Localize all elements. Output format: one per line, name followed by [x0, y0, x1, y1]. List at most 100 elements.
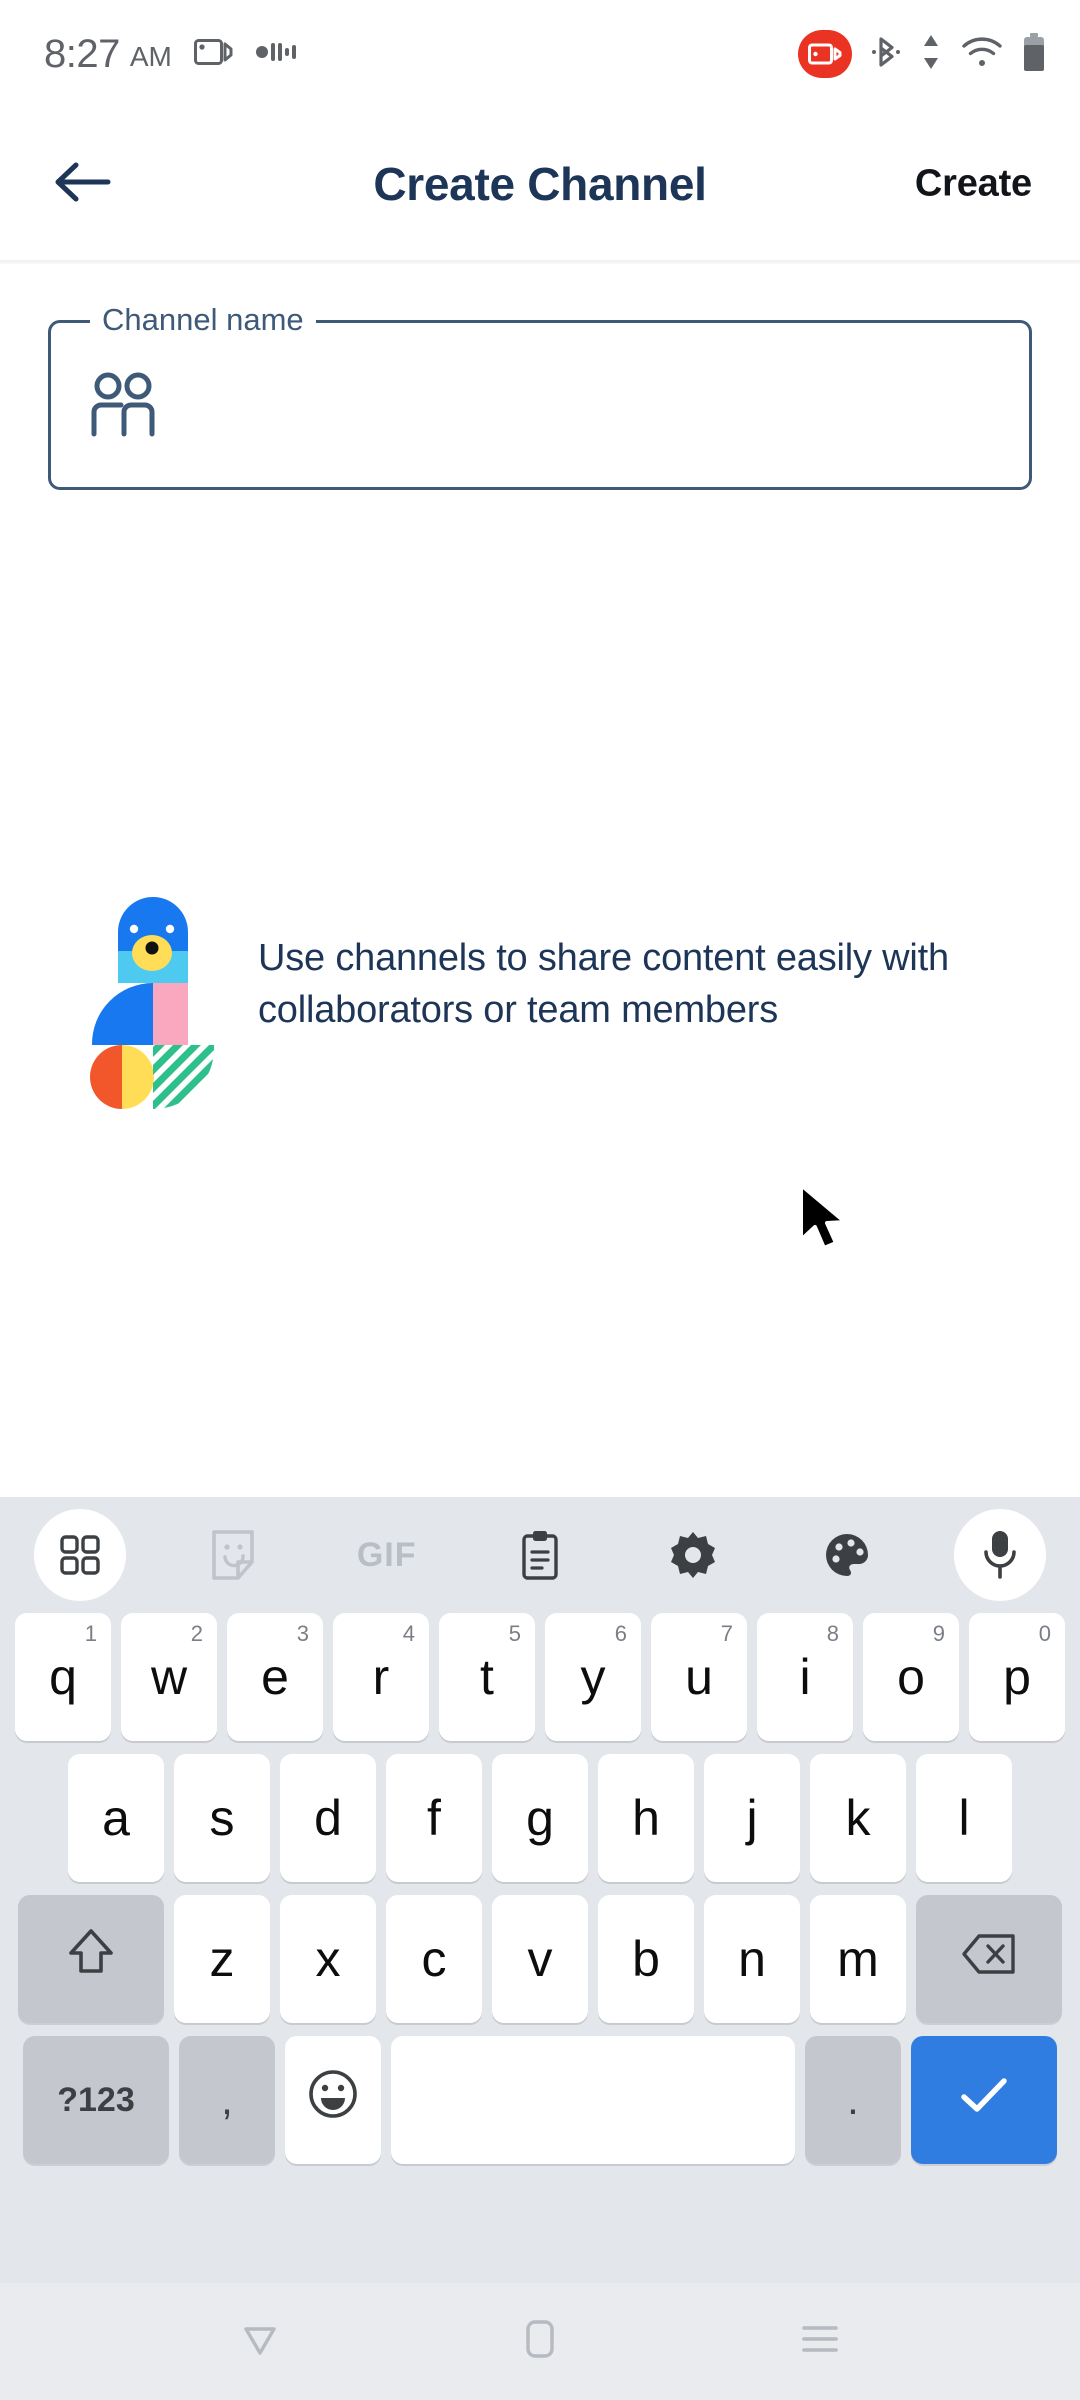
key-label: q	[49, 1649, 77, 1705]
phone-screen: 8:27 AM Create Channel Create Channel na…	[0, 0, 1080, 2400]
comma-key[interactable]: ,	[179, 2036, 275, 2164]
status-bar: 8:27 AM	[0, 0, 1080, 108]
key-label: p	[1003, 1649, 1031, 1705]
key-n[interactable]: n	[704, 1895, 800, 2023]
mouse-pointer-icon	[795, 1182, 857, 1261]
enter-key[interactable]	[911, 2036, 1057, 2164]
key-c[interactable]: c	[386, 1895, 482, 2023]
key-b[interactable]: b	[598, 1895, 694, 2023]
key-a[interactable]: a	[68, 1754, 164, 1882]
keyboard-rows: 1 q 2 w 3 e 4 r 5 t 6 y 7 u 8 i 9 o 0 p …	[0, 1613, 1080, 2164]
key-label: r	[372, 1649, 390, 1705]
key-sup: 1	[84, 1621, 97, 1646]
channel-name-field[interactable]: Channel name	[48, 301, 1032, 490]
key-sup: 2	[190, 1621, 203, 1646]
status-ampm: AM	[129, 41, 172, 72]
key-i[interactable]: 8 i	[757, 1613, 853, 1741]
nav-back-icon	[238, 2317, 282, 2366]
gif-label: GIF	[356, 1535, 417, 1574]
key-e[interactable]: 3 e	[227, 1613, 323, 1741]
keyboard-row-3: z x c v b n m	[6, 1895, 1074, 2023]
key-sup: 8	[826, 1621, 839, 1646]
key-l[interactable]: l	[916, 1754, 1012, 1882]
shift-icon	[67, 1927, 115, 1991]
key-q[interactable]: 1 q	[15, 1613, 111, 1741]
key-k[interactable]: k	[810, 1754, 906, 1882]
nav-home-icon	[523, 2317, 557, 2366]
clipboard-icon[interactable]	[494, 1509, 586, 1601]
microphone-icon[interactable]	[953, 1509, 1046, 1601]
key-p[interactable]: 0 p	[969, 1613, 1065, 1741]
key-x[interactable]: x	[280, 1895, 376, 2023]
apps-grid-icon[interactable]	[34, 1509, 126, 1601]
key-label: i	[799, 1649, 811, 1705]
settings-gear-icon[interactable]	[647, 1509, 739, 1601]
nav-recents-icon	[798, 2320, 842, 2363]
symbols-key[interactable]: ?123	[23, 2036, 169, 2164]
key-t[interactable]: 5 t	[439, 1613, 535, 1741]
create-button[interactable]: Create	[915, 163, 1032, 206]
bluetooth-icon	[871, 33, 901, 76]
key-m[interactable]: m	[810, 1895, 906, 2023]
keyboard-toolbar: GIF	[0, 1497, 1080, 1613]
screen-record-icon	[798, 30, 852, 78]
wifi-icon	[961, 36, 1003, 73]
battery-icon	[1022, 32, 1046, 77]
key-sup: 0	[1038, 1621, 1051, 1646]
virtual-keyboard: GIF 1 q 2 w 3 e 4 r 5 t 6 y 7 u 8 i 9 o …	[0, 1497, 1080, 2283]
key-h[interactable]: h	[598, 1754, 694, 1882]
key-s[interactable]: s	[174, 1754, 270, 1882]
key-label: o	[897, 1649, 925, 1705]
data-transfer-icon	[920, 33, 942, 76]
keyboard-row-2: a s d f g h j k l	[6, 1754, 1074, 1882]
key-o[interactable]: 9 o	[863, 1613, 959, 1741]
key-j[interactable]: j	[704, 1754, 800, 1882]
key-sup: 5	[508, 1621, 521, 1646]
gif-icon[interactable]: GIF	[341, 1509, 433, 1601]
empty-state-message: Use channels to share content easily wit…	[258, 937, 949, 1031]
status-bar-left: 8:27 AM	[44, 32, 300, 77]
emoji-icon	[307, 2068, 359, 2132]
key-f[interactable]: f	[386, 1754, 482, 1882]
key-y[interactable]: 6 y	[545, 1613, 641, 1741]
key-label: e	[261, 1649, 289, 1705]
backspace-icon	[961, 1930, 1017, 1988]
key-u[interactable]: 7 u	[651, 1613, 747, 1741]
nav-recents-button[interactable]	[775, 2297, 865, 2387]
bird-mascot-illustration	[82, 895, 224, 1117]
key-z[interactable]: z	[174, 1895, 270, 2023]
key-label: y	[580, 1649, 606, 1705]
key-v[interactable]: v	[492, 1895, 588, 2023]
status-bar-right	[798, 30, 1046, 78]
emoji-key[interactable]	[285, 2036, 381, 2164]
key-r[interactable]: 4 r	[333, 1613, 429, 1741]
people-icon	[80, 362, 166, 453]
period-key[interactable]: .	[805, 2036, 901, 2164]
key-label: w	[150, 1649, 188, 1705]
channel-name-label: Channel name	[90, 301, 316, 339]
key-sup: 4	[402, 1621, 415, 1646]
palette-icon[interactable]	[801, 1509, 893, 1601]
backspace-key[interactable]	[916, 1895, 1062, 2023]
keyboard-row-1: 1 q 2 w 3 e 4 r 5 t 6 y 7 u 8 i 9 o 0 p	[6, 1613, 1074, 1741]
key-g[interactable]: g	[492, 1754, 588, 1882]
key-sup: 7	[720, 1621, 733, 1646]
space-key[interactable]	[391, 2036, 795, 2164]
system-navigation-bar	[0, 2283, 1080, 2400]
key-sup: 9	[932, 1621, 945, 1646]
audio-waveform-icon	[255, 40, 300, 69]
app-header: Create Channel Create	[0, 108, 1080, 260]
empty-state: Use channels to share content easily wit…	[82, 895, 982, 1117]
key-w[interactable]: 2 w	[121, 1613, 217, 1741]
nav-home-button[interactable]	[495, 2297, 585, 2387]
nav-back-button[interactable]	[215, 2297, 305, 2387]
shift-key[interactable]	[18, 1895, 164, 2023]
keyboard-row-4: ?123 , .	[6, 2036, 1074, 2164]
screen-cast-icon	[193, 36, 234, 73]
key-d[interactable]: d	[280, 1754, 376, 1882]
key-label: t	[480, 1649, 494, 1705]
sticker-icon[interactable]	[187, 1509, 279, 1601]
checkmark-icon	[958, 2071, 1010, 2129]
key-sup: 6	[614, 1621, 627, 1646]
channel-name-input[interactable]	[198, 360, 988, 450]
